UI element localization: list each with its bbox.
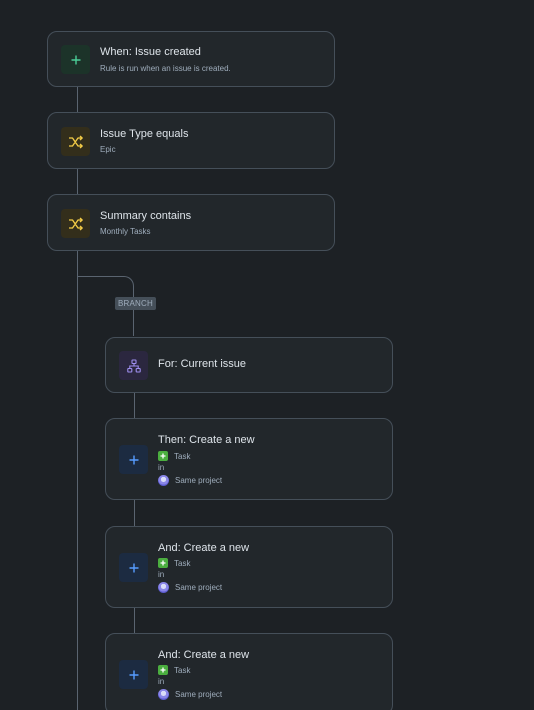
trigger-title: When: Issue created bbox=[100, 46, 201, 58]
condition-value: Monthly Tasks bbox=[100, 227, 151, 236]
plus-icon bbox=[119, 660, 148, 689]
branch-card[interactable]: For: Current issue bbox=[105, 337, 393, 393]
plus-icon bbox=[119, 445, 148, 474]
shuffle-icon bbox=[61, 209, 90, 238]
project-avatar-icon bbox=[158, 582, 169, 593]
project: Same project bbox=[158, 582, 222, 593]
shuffle-icon bbox=[61, 127, 90, 156]
condition-title: Summary contains bbox=[100, 210, 192, 222]
in-label: in bbox=[158, 463, 165, 472]
action-card[interactable]: And: Create a new Task in Same project bbox=[105, 526, 393, 608]
project-label: Same project bbox=[175, 476, 223, 485]
plus-icon bbox=[119, 553, 148, 582]
trigger-subtitle: Rule is run when an issue is created. bbox=[100, 64, 231, 73]
action-card[interactable]: Then: Create a new Task in Same project bbox=[105, 418, 393, 500]
condition-card[interactable]: Summary contains Monthly Tasks bbox=[47, 194, 335, 251]
task-icon bbox=[158, 451, 168, 461]
issue-type: Task bbox=[158, 558, 190, 568]
issue-type: Task bbox=[158, 665, 190, 675]
branch-label: BRANCH bbox=[115, 297, 156, 310]
project-label: Same project bbox=[175, 583, 223, 592]
condition-card[interactable]: Issue Type equals Epic bbox=[47, 112, 335, 169]
issue-type: Task bbox=[158, 451, 190, 461]
project: Same project bbox=[158, 689, 222, 700]
condition-value: Epic bbox=[100, 145, 116, 154]
issue-type-label: Task bbox=[174, 665, 191, 675]
issue-type-label: Task bbox=[174, 451, 191, 461]
plus-icon bbox=[61, 45, 90, 74]
action-card[interactable]: And: Create a new Task in Same project bbox=[105, 633, 393, 710]
task-icon bbox=[158, 558, 168, 568]
action-title: And: Create a new bbox=[158, 649, 250, 661]
hierarchy-icon bbox=[119, 351, 148, 380]
connector-line bbox=[134, 606, 135, 634]
connector-line bbox=[134, 392, 135, 419]
project-avatar-icon bbox=[158, 689, 169, 700]
trigger-card[interactable]: When: Issue created Rule is run when an … bbox=[47, 31, 335, 87]
connector-line bbox=[134, 499, 135, 527]
project: Same project bbox=[158, 475, 222, 486]
project-avatar-icon bbox=[158, 475, 169, 486]
in-label: in bbox=[158, 677, 165, 686]
connector-line bbox=[77, 168, 78, 194]
issue-type-label: Task bbox=[174, 558, 191, 568]
project-label: Same project bbox=[175, 690, 223, 699]
action-title: And: Create a new bbox=[158, 542, 250, 554]
task-icon bbox=[158, 665, 168, 675]
in-label: in bbox=[158, 570, 165, 579]
condition-title: Issue Type equals bbox=[100, 128, 189, 140]
rule-canvas: BRANCH When: Issue created Rule is run w… bbox=[0, 0, 534, 710]
connector-line bbox=[77, 86, 78, 112]
action-title: Then: Create a new bbox=[158, 434, 255, 446]
branch-title: For: Current issue bbox=[158, 358, 247, 370]
